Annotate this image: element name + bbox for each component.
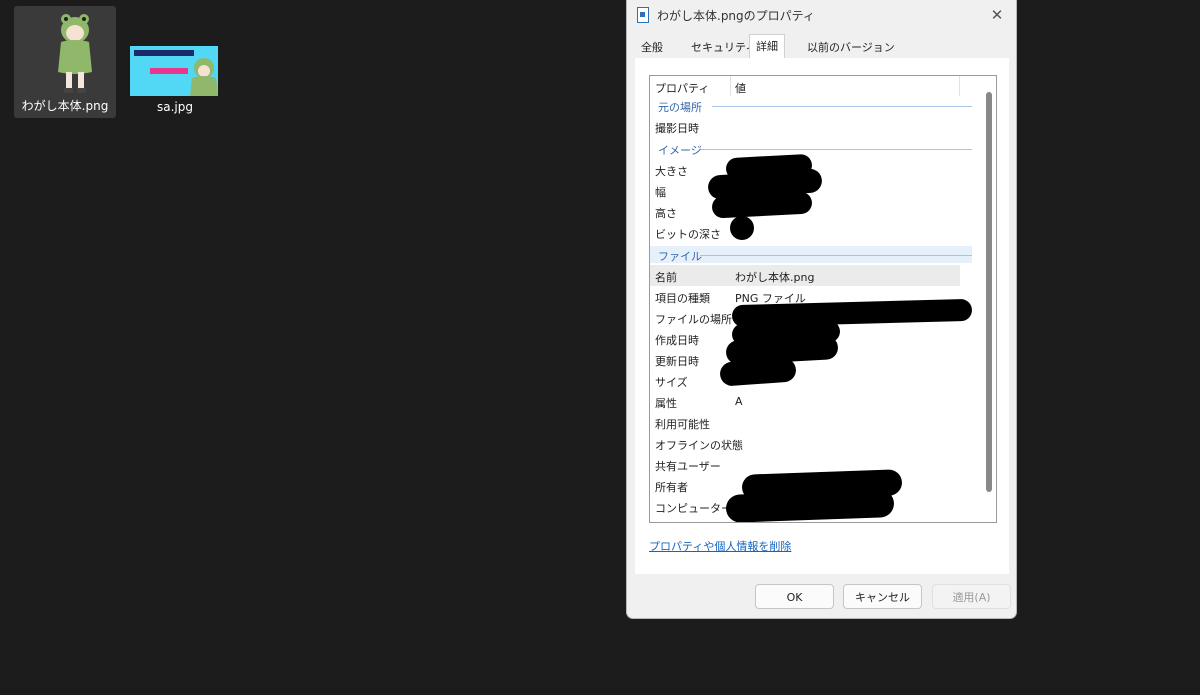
- group-file[interactable]: ファイル: [650, 246, 972, 263]
- cancel-button[interactable]: キャンセル: [843, 584, 922, 609]
- image-thumbnail-icon: [130, 46, 218, 96]
- property-list[interactable]: プロパティ 値 元の場所 撮影日時 イメージ 大きさ 幅 高さ ビットの深さ フ…: [649, 75, 997, 523]
- property-row-name[interactable]: 名前 わがし本体.png: [650, 265, 960, 286]
- properties-dialog: わがし本体.pngのプロパティ ✕ 全般 セキュリティ 詳細 以前のバージョン …: [626, 0, 1017, 619]
- close-icon[interactable]: ✕: [986, 4, 1008, 26]
- desktop-file-wagashi-png[interactable]: わがし本体.png: [14, 6, 116, 118]
- property-key: オフラインの状態: [655, 439, 743, 452]
- desktop-file-label: sa.jpg: [157, 100, 193, 114]
- property-row-size[interactable]: サイズ: [650, 370, 960, 391]
- column-header-value[interactable]: 値: [735, 80, 746, 96]
- property-key: 項目の種類: [655, 292, 710, 305]
- property-key: 属性: [655, 397, 677, 410]
- property-key: 大きさ: [655, 165, 688, 178]
- desktop-file-sa-jpg[interactable]: sa.jpg: [124, 44, 226, 118]
- group-divider: [700, 255, 972, 256]
- property-key: 高さ: [655, 207, 677, 220]
- property-key: 作成日時: [655, 334, 699, 347]
- redaction-mark: [730, 216, 754, 240]
- vertical-scrollbar[interactable]: [986, 92, 992, 492]
- group-divider: [700, 149, 972, 150]
- character-thumbnail-icon: [58, 14, 92, 93]
- file-icon: [637, 7, 649, 23]
- property-key: 更新日時: [655, 355, 699, 368]
- property-key: 撮影日時: [655, 122, 699, 135]
- property-key: サイズ: [655, 376, 688, 389]
- tab-details[interactable]: 詳細: [749, 34, 785, 60]
- column-header-property[interactable]: プロパティ: [655, 80, 709, 96]
- group-label: ファイル: [658, 250, 702, 263]
- property-row-bitdepth[interactable]: ビットの深さ: [650, 222, 960, 243]
- column-divider[interactable]: [959, 76, 960, 96]
- tab-previous-versions[interactable]: 以前のバージョン: [801, 36, 901, 58]
- group-divider: [712, 106, 972, 107]
- remove-properties-link[interactable]: プロパティや個人情報を削除: [649, 538, 791, 554]
- list-header: プロパティ 値: [650, 76, 996, 96]
- desktop-file-label: わがし本体.png: [21, 99, 109, 113]
- property-key: ファイルの場所: [655, 313, 732, 326]
- group-origin[interactable]: 元の場所: [650, 97, 972, 114]
- tab-general[interactable]: 全般: [635, 36, 669, 58]
- property-key: ビットの深さ: [655, 228, 721, 241]
- dialog-titlebar[interactable]: わがし本体.pngのプロパティ ✕: [627, 0, 1016, 30]
- property-key: 名前: [655, 271, 677, 284]
- column-divider[interactable]: [730, 76, 731, 96]
- group-label: イメージ: [658, 144, 702, 157]
- ok-button[interactable]: OK: [755, 584, 834, 609]
- property-key: 共有ユーザー: [655, 460, 721, 473]
- group-image[interactable]: イメージ: [650, 140, 972, 157]
- property-key: 所有者: [655, 481, 688, 494]
- property-key: コンピューター: [655, 502, 732, 515]
- property-value: わがし本体.png: [735, 271, 815, 284]
- group-label: 元の場所: [658, 101, 702, 114]
- property-value: A: [735, 395, 743, 408]
- property-row-taken[interactable]: 撮影日時: [650, 116, 960, 137]
- property-key: 幅: [655, 186, 666, 199]
- property-row-offline[interactable]: オフラインの状態: [650, 433, 960, 454]
- property-row-availability[interactable]: 利用可能性: [650, 412, 960, 433]
- property-row-attributes[interactable]: 属性 A: [650, 391, 960, 412]
- redaction-mark: [725, 489, 895, 522]
- dialog-title: わがし本体.pngのプロパティ: [657, 9, 815, 23]
- property-key: 利用可能性: [655, 418, 710, 431]
- details-panel: プロパティ 値 元の場所 撮影日時 イメージ 大きさ 幅 高さ ビットの深さ フ…: [635, 58, 1009, 574]
- apply-button[interactable]: 適用(A): [932, 584, 1011, 609]
